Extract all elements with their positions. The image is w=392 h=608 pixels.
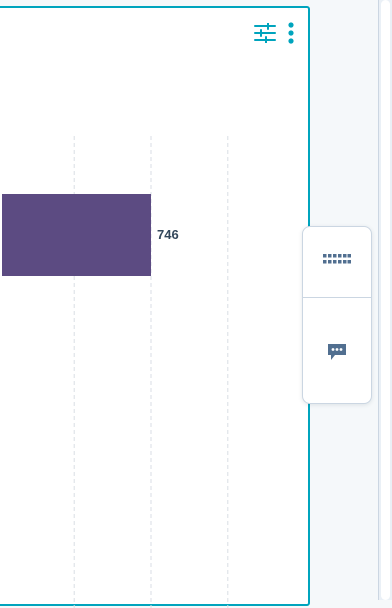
chat-bubble-icon [327,343,347,366]
report-card: 746 [0,6,310,608]
bar[interactable] [2,194,151,276]
filter-sliders-icon[interactable] [254,22,276,44]
chat-button[interactable] [303,297,371,403]
bar-chart: 746 [2,136,298,608]
scrollbar-thumb[interactable] [381,0,390,600]
side-dock [302,226,372,404]
chart-svg: 746 [2,136,229,608]
page-scrollbar[interactable] [378,0,392,600]
apps-button[interactable] [303,227,371,298]
apps-grid-icon [323,253,351,271]
more-vertical-icon[interactable] [288,22,294,44]
card-toolbar [254,22,294,44]
bar-value-label: 746 [157,227,179,242]
